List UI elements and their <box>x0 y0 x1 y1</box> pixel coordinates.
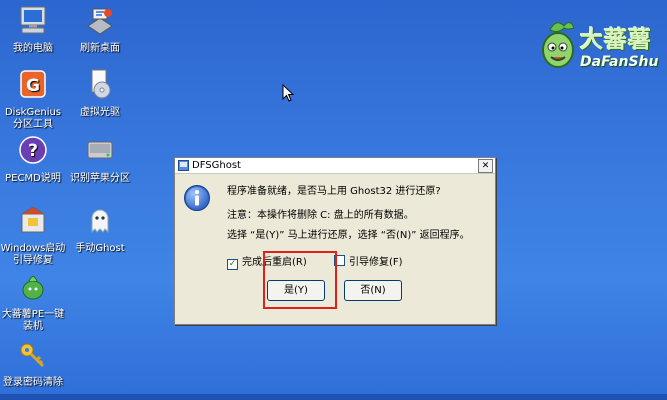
desktop-icon-diskgenius[interactable]: G DiskGenius分区工具 <box>0 68 66 131</box>
desktop-icon-pe-installer[interactable]: 大蕃薯PE一键装机 <box>0 270 66 333</box>
desktop-icon-label: 大蕃薯PE一键装机 <box>1 309 65 332</box>
no-button[interactable]: 否(N) <box>344 280 402 301</box>
desktop-icon-label: 我的电脑 <box>13 43 53 54</box>
help-icon: ? <box>19 136 47 164</box>
restart-checkbox-box[interactable]: ✓ <box>227 259 238 270</box>
ghost-icon <box>91 209 109 234</box>
mouse-cursor-icon <box>282 84 294 102</box>
dialog-titlebar[interactable]: DFSGhost ✕ <box>175 158 495 174</box>
desktop-icon-manual-ghost[interactable]: 手动Ghost <box>67 204 133 255</box>
desktop-icon-pecmd-help[interactable]: ? PECMD说明 <box>0 134 66 185</box>
virtual-cdrom-icon <box>91 69 111 99</box>
desktop-icon-password-clear[interactable]: 登录密码清除 <box>0 338 66 389</box>
brand-logo: 大蕃薯 DaFanShu <box>536 16 660 80</box>
desktop-icon-boot-repair[interactable]: Windows启动引导修复 <box>0 204 66 267</box>
desktop-icon-apple-partition[interactable]: 识别苹果分区 <box>67 134 133 185</box>
desktop-icon-label: 登录密码清除 <box>3 377 63 388</box>
dialog-message-warning: 注意：本操作将删除 C: 盘上的所有数据。 <box>227 210 414 221</box>
desktop: 我的电脑 刷新桌面 G DiskGenius分区工具 虚拟光驱 ? PECMD说… <box>0 0 667 400</box>
desktop-icon-label: Windows启动引导修复 <box>0 243 66 266</box>
desktop-icon-label: DiskGenius分区工具 <box>4 107 62 130</box>
close-button[interactable]: ✕ <box>478 159 493 173</box>
boot-repair-icon <box>21 206 45 233</box>
desktop-icon-virtual-cdrom[interactable]: 虚拟光驱 <box>67 68 133 119</box>
dialog-title: DFSGhost <box>192 160 241 171</box>
svg-text:?: ? <box>28 141 38 161</box>
desktop-icon-label: 识别苹果分区 <box>70 173 130 184</box>
refresh-desktop-icon <box>87 8 113 35</box>
highlight-box <box>263 251 337 309</box>
installer-icon <box>22 276 44 300</box>
diskgenius-icon: G <box>20 70 46 98</box>
app-icon <box>178 160 189 171</box>
info-icon <box>184 185 210 211</box>
logo-subtitle: DaFanShu <box>580 54 659 70</box>
svg-text:G: G <box>26 76 40 96</box>
my-computer-icon <box>20 6 46 34</box>
desktop-icon-label: 虚拟光驱 <box>80 107 120 118</box>
desktop-icon-label: 刷新桌面 <box>80 43 120 54</box>
logo-title: 大蕃薯 <box>580 27 652 53</box>
sweet-potato-mascot-icon <box>542 22 575 68</box>
bootfix-checkbox[interactable]: 引导修复(F) <box>334 253 403 268</box>
desktop-icon-label: PECMD说明 <box>5 173 61 184</box>
key-icon <box>20 343 45 368</box>
taskbar-edge <box>0 394 667 400</box>
bootfix-checkbox-label: 引导修复(F) <box>349 257 403 268</box>
dialog-message-instruction: 选择 “是(Y)” 马上进行还原，选择 “否(N)” 返回程序。 <box>227 230 470 241</box>
desktop-icon-label: 手动Ghost <box>75 243 125 254</box>
dialog-message-ready: 程序准备就绪，是否马上用 Ghost32 进行还原? <box>227 186 441 197</box>
disk-icon <box>87 141 113 159</box>
desktop-icon-my-computer[interactable]: 我的电脑 <box>0 4 66 55</box>
desktop-icon-refresh[interactable]: 刷新桌面 <box>67 4 133 55</box>
